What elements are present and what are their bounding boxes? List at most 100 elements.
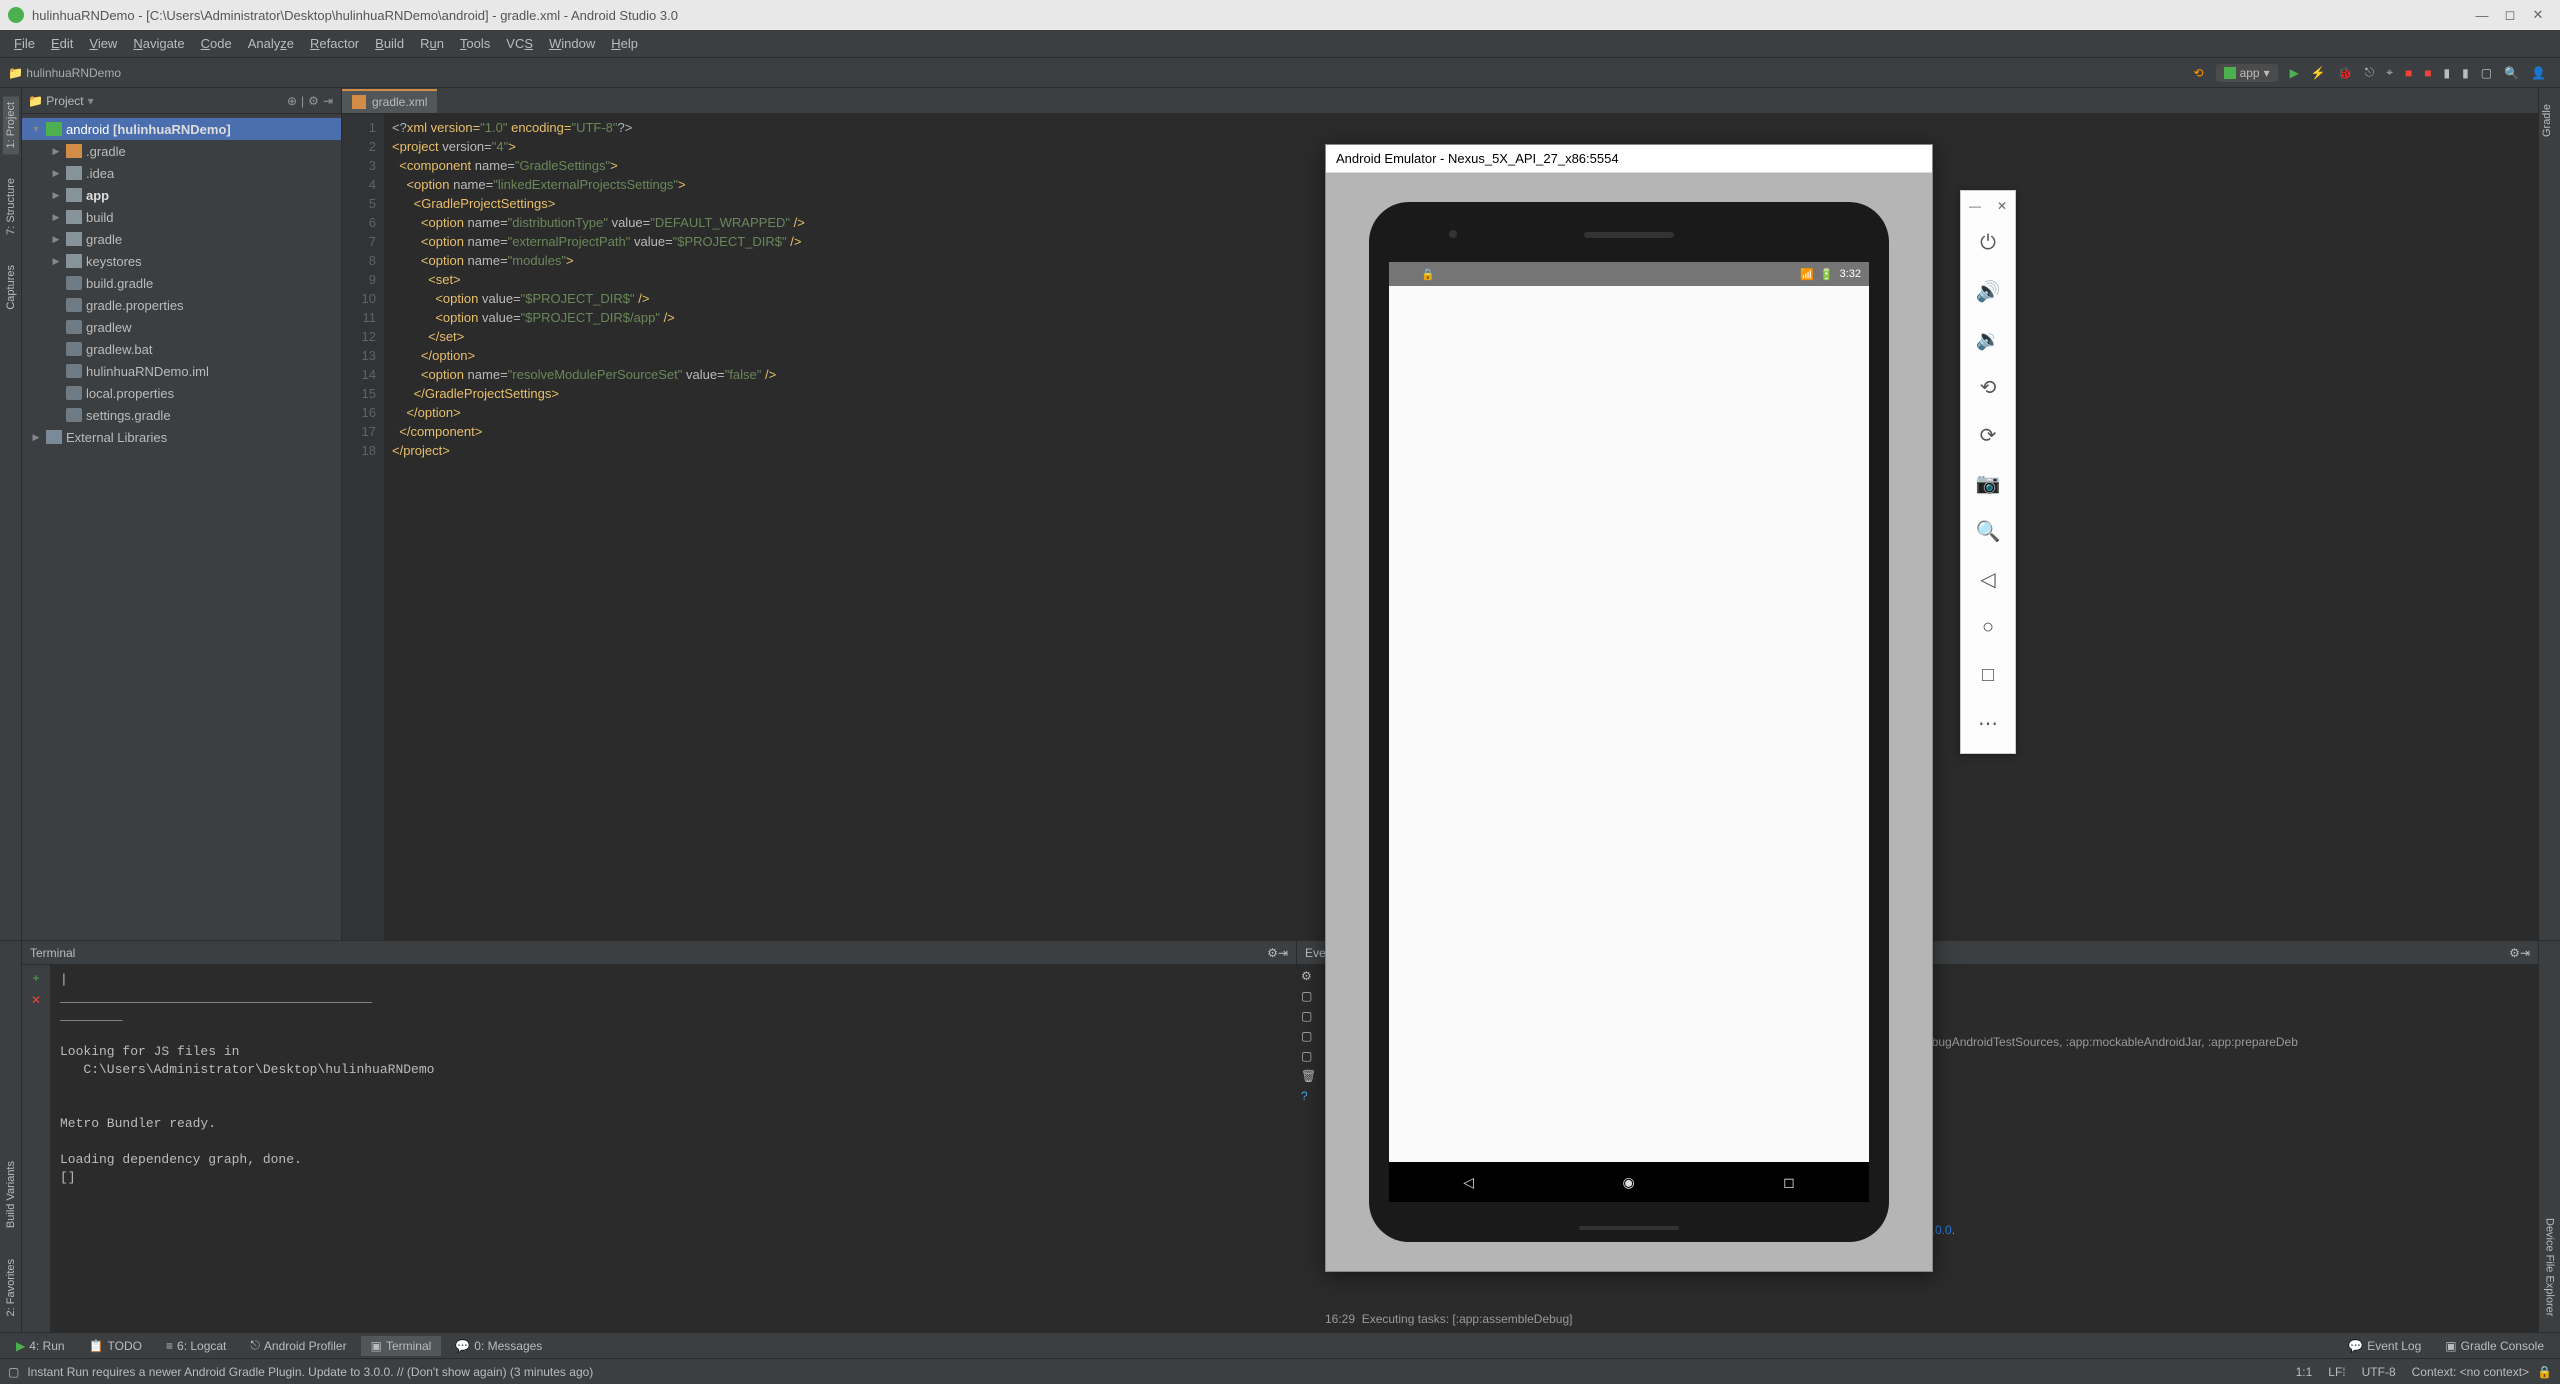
emu-rotate-right-icon[interactable]: ⟳ [1961, 411, 2015, 459]
menu-file[interactable]: File [6, 36, 43, 51]
menu-view[interactable]: View [81, 36, 125, 51]
project-tree[interactable]: ▼ android [hulinhuaRNDemo] ▶.gradle▶.ide… [22, 114, 341, 940]
menu-help[interactable]: Help [603, 36, 646, 51]
close-terminal-icon[interactable]: ✕ [31, 993, 41, 1007]
event-icon-3[interactable]: ▢ [1301, 1009, 1316, 1023]
emulator-minimize-icon[interactable]: — [1969, 199, 1981, 213]
run-config-selector[interactable]: app ▾ [2210, 64, 2284, 82]
search-icon[interactable]: 🔍 [2498, 66, 2525, 80]
tool-tab-messages[interactable]: 💬0: Messages [445, 1336, 552, 1356]
maximize-button[interactable]: ◻ [2496, 7, 2524, 23]
left-tab-build-variants[interactable]: Build Variants [3, 1155, 19, 1234]
emu-camera-icon[interactable]: 📷 [1961, 459, 2015, 507]
event-icon-trash[interactable]: 🗑 [1301, 1069, 1316, 1083]
terminal-content[interactable]: | ______________________________________… [50, 965, 1296, 1332]
tree-item[interactable]: local.properties [22, 382, 341, 404]
menu-edit[interactable]: Edit [43, 36, 81, 51]
status-lock-icon[interactable]: 🔒 [2537, 1365, 2552, 1379]
nav-overview-icon[interactable]: ◻ [1783, 1174, 1795, 1191]
collapse-all-icon[interactable]: ⊕ [287, 94, 297, 108]
run-button[interactable]: ▶ [2284, 66, 2305, 80]
event-icon-1[interactable]: ⚙ [1301, 969, 1316, 983]
sdk-manager-icon[interactable]: ▮ [2456, 66, 2475, 80]
gear-icon[interactable]: ⚙ [308, 94, 319, 108]
event-icon-help[interactable]: ? [1301, 1089, 1316, 1103]
stop-button[interactable]: ■ [2399, 66, 2418, 80]
menu-run[interactable]: Run [412, 36, 452, 51]
status-position[interactable]: 1:1 [2288, 1365, 2321, 1379]
emu-rotate-left-icon[interactable]: ⟲ [1961, 363, 2015, 411]
tree-external-libs[interactable]: ▶ External Libraries [22, 426, 341, 448]
emu-zoom-icon[interactable]: 🔍 [1961, 507, 2015, 555]
gear-icon[interactable]: ⚙ [2509, 946, 2520, 960]
tree-item[interactable]: ▶.idea [22, 162, 341, 184]
tool-tab-profiler[interactable]: ⎋Android Profiler [240, 1335, 356, 1356]
right-tab-gradle[interactable]: Gradle [2539, 98, 2555, 143]
status-context[interactable]: Context: <no context> [2404, 1365, 2537, 1379]
tool-tab-run[interactable]: ▶4: Run [6, 1336, 75, 1356]
emulator-window[interactable]: Android Emulator - Nexus_5X_API_27_x86:5… [1325, 144, 1933, 1272]
status-encoding[interactable]: UTF-8 [2354, 1365, 2404, 1379]
tool-tab-event-log[interactable]: 💬Event Log [2338, 1336, 2431, 1356]
left-tab-structure[interactable]: 7: Structure [3, 172, 19, 241]
tree-item[interactable]: gradlew [22, 316, 341, 338]
emu-home-icon[interactable]: ○ [1961, 603, 2015, 651]
gear-icon[interactable]: ⚙ [1267, 946, 1278, 960]
profile-icon[interactable]: ⎋ [2359, 65, 2381, 80]
emu-volume-down-icon[interactable]: 🔉 [1961, 315, 2015, 363]
tree-item[interactable]: ▶.gradle [22, 140, 341, 162]
menu-code[interactable]: Code [193, 36, 240, 51]
layout-inspector-icon[interactable]: ▢ [2475, 66, 2498, 80]
emulator-close-icon[interactable]: ✕ [1997, 199, 2007, 213]
left-tab-project[interactable]: 1: Project [3, 96, 19, 154]
menu-analyze[interactable]: Analyze [240, 36, 302, 51]
tree-item[interactable]: ▶build [22, 206, 341, 228]
debug-button[interactable]: 🐞 [2332, 66, 2359, 80]
menu-navigate[interactable]: Navigate [125, 36, 192, 51]
menu-tools[interactable]: Tools [452, 36, 498, 51]
hide-icon[interactable]: ⇥ [2520, 946, 2530, 960]
menu-window[interactable]: Window [541, 36, 603, 51]
tree-item[interactable]: ▶gradle [22, 228, 341, 250]
tool-tab-terminal[interactable]: ▣Terminal [361, 1336, 442, 1356]
user-icon[interactable]: 👤 [2525, 66, 2552, 80]
status-indicator-icon[interactable]: ▢ [8, 1365, 19, 1379]
tree-item[interactable]: build.gradle [22, 272, 341, 294]
emu-overview-icon[interactable]: □ [1961, 651, 2015, 699]
tool-tab-todo[interactable]: 📋TODO [79, 1336, 152, 1356]
left-tab-captures[interactable]: Captures [3, 259, 19, 316]
stop-button-2[interactable]: ■ [2418, 66, 2437, 80]
emu-more-icon[interactable]: ⋯ [1961, 699, 2015, 747]
breadcrumb[interactable]: 📁 hulinhuaRNDemo [8, 66, 121, 80]
editor-tab-gradle[interactable]: gradle.xml [342, 89, 437, 113]
menu-refactor[interactable]: Refactor [302, 36, 367, 51]
attach-debugger-icon[interactable]: ⌖ [2380, 65, 2399, 80]
tree-item[interactable]: hulinhuaRNDemo.iml [22, 360, 341, 382]
tree-root[interactable]: ▼ android [hulinhuaRNDemo] [22, 118, 341, 140]
tree-item[interactable]: gradle.properties [22, 294, 341, 316]
hide-icon[interactable]: ⇥ [323, 94, 333, 108]
add-terminal-icon[interactable]: + [32, 971, 39, 985]
emu-volume-up-icon[interactable]: 🔊 [1961, 267, 2015, 315]
menu-build[interactable]: Build [367, 36, 412, 51]
tree-item[interactable]: ▶keystores [22, 250, 341, 272]
status-line-ending[interactable]: LF⁞ [2320, 1365, 2353, 1379]
right-tab-device-explorer[interactable]: Device File Explorer [2542, 1212, 2558, 1322]
nav-back-icon[interactable]: ◁ [1463, 1174, 1474, 1191]
emu-back-icon[interactable]: ◁ [1961, 555, 2015, 603]
event-icon-5[interactable]: ▢ [1301, 1049, 1316, 1063]
emulator-title-bar[interactable]: Android Emulator - Nexus_5X_API_27_x86:5… [1326, 145, 1932, 173]
emu-power-icon[interactable]: ⏻ [1961, 219, 2015, 267]
tool-tab-logcat[interactable]: ≡6: Logcat [156, 1336, 236, 1356]
apply-changes-icon[interactable]: ⚡ [2305, 66, 2332, 80]
tool-tab-gradle-console[interactable]: ▣Gradle Console [2435, 1336, 2554, 1356]
left-tab-favorites[interactable]: 2: Favorites [3, 1253, 19, 1322]
tree-item[interactable]: ▶app [22, 184, 341, 206]
phone-screen[interactable]: 🔒 📶 🔋 3:32 ◁ ◉ ◻ [1389, 262, 1869, 1202]
nav-home-icon[interactable]: ◉ [1622, 1174, 1634, 1191]
minimize-button[interactable]: — [2468, 8, 2496, 23]
avd-manager-icon[interactable]: ▮ [2438, 66, 2457, 80]
close-button[interactable]: ✕ [2524, 7, 2552, 23]
event-icon-2[interactable]: ▢ [1301, 989, 1316, 1003]
hide-icon[interactable]: ⇥ [1278, 946, 1288, 960]
